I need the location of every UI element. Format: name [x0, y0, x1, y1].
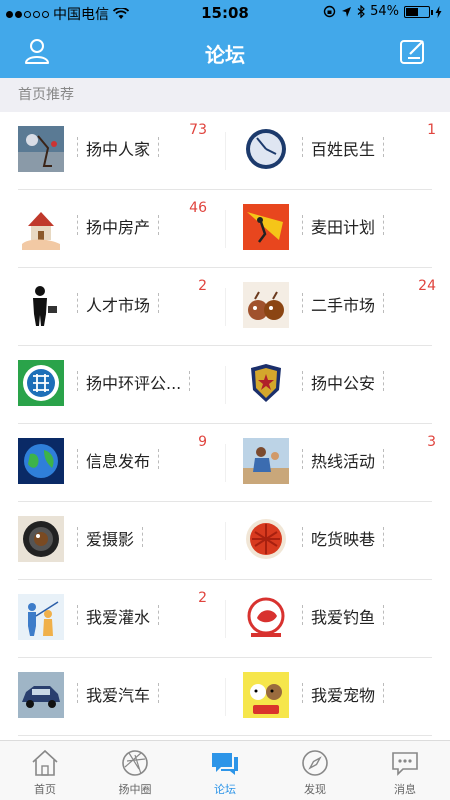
compose-icon[interactable]	[398, 36, 428, 66]
forum-thumb-icon	[18, 126, 64, 172]
forum-item-talent-market[interactable]: 人才市场 2	[0, 268, 225, 346]
forum-label: 我爱汽车	[76, 682, 160, 706]
location-icon	[342, 6, 352, 17]
forum-row: 扬中人家 73 百姓民生 1	[0, 112, 450, 190]
forum-thumb-icon	[18, 594, 64, 640]
forum-label: 扬中公安	[301, 370, 385, 394]
forum-item-second-hand[interactable]: 二手市场 24	[225, 268, 450, 346]
forum-label: 百姓民生	[301, 136, 385, 160]
tab-label: 消息	[394, 783, 416, 796]
tab-home[interactable]: 首页	[0, 741, 90, 800]
forum-item-livelihood[interactable]: 百姓民生 1	[225, 112, 450, 190]
home-icon	[32, 749, 58, 776]
message-icon	[392, 752, 418, 776]
status-bar: 中国电信 15:08 54%	[0, 0, 450, 26]
forum-row: 扬中房产 46 麦田计划	[0, 190, 450, 268]
forum-thumb-icon	[243, 672, 289, 718]
forum-item-hotline[interactable]: 热线活动 3	[225, 424, 450, 502]
forum-label: 扬中人家	[76, 136, 160, 160]
forum-label: 扬中环评公...	[76, 370, 191, 394]
forum-thumb-icon	[243, 438, 289, 484]
nav-bar: 论坛	[0, 26, 450, 78]
forum-item-pets[interactable]: 我爱宠物	[225, 658, 450, 736]
battery-percent: 54%	[370, 4, 399, 19]
tab-discover[interactable]: 发现	[270, 741, 360, 800]
forum-count-badge: 2	[198, 278, 207, 294]
forum-item-fishing[interactable]: 我爱钓鱼	[225, 580, 450, 658]
status-right: 54%	[323, 4, 442, 19]
charging-icon	[435, 5, 442, 18]
forum-count-badge: 73	[189, 122, 207, 138]
tab-bar: 首页 扬中圈 论坛 发现 消息	[0, 740, 450, 800]
forum-thumb-icon	[243, 360, 289, 406]
forum-row: 我爱汽车 我爱宠物	[0, 658, 450, 736]
forum-label: 麦田计划	[301, 214, 385, 238]
tab-forum[interactable]: 论坛	[180, 741, 270, 800]
forum-thumb-icon	[18, 438, 64, 484]
tab-label: 首页	[34, 783, 56, 796]
forum-item-yangzhong-family[interactable]: 扬中人家 73	[0, 112, 225, 190]
section-header: 首页推荐	[0, 78, 450, 112]
forum-label: 爱摄影	[76, 526, 144, 550]
forum-row: 人才市场 2 二手市场 24	[0, 268, 450, 346]
forum-label: 扬中房产	[76, 214, 160, 238]
forum-label: 吃货映巷	[301, 526, 385, 550]
forum-count-badge: 24	[418, 278, 436, 294]
forum-label: 信息发布	[76, 448, 160, 472]
forum-count-badge: 46	[189, 200, 207, 216]
forum-item-police[interactable]: 扬中公安	[225, 346, 450, 424]
forum-row: 我爱灌水 2 我爱钓鱼	[0, 580, 450, 658]
tab-label: 发现	[304, 783, 326, 796]
forum-thumb-icon	[243, 204, 289, 250]
forum-count-badge: 2	[198, 590, 207, 606]
forum-row: 爱摄影 吃货映巷	[0, 502, 450, 580]
tab-messages[interactable]: 消息	[360, 741, 450, 800]
forum-item-real-estate[interactable]: 扬中房产 46	[0, 190, 225, 268]
forum-label: 人才市场	[76, 292, 160, 316]
forum-row: 扬中环评公... 扬中公安	[0, 346, 450, 424]
forum-grid: 扬中人家 73 百姓民生 1 扬中房产 46 麦田计划 人才市场 2 二手市场 …	[0, 112, 450, 736]
forum-label: 我爱钓鱼	[301, 604, 385, 628]
tab-label: 扬中圈	[118, 783, 152, 796]
tab-circle[interactable]: 扬中圈	[90, 741, 180, 800]
forum-item-photography[interactable]: 爱摄影	[0, 502, 225, 580]
forum-count-badge: 3	[427, 434, 436, 450]
chat-bubble-icon	[212, 753, 238, 775]
forum-thumb-icon	[18, 204, 64, 250]
forum-label: 热线活动	[301, 448, 385, 472]
forum-thumb-icon	[18, 282, 64, 328]
forum-thumb-icon	[18, 672, 64, 718]
page-title: 论坛	[205, 43, 245, 67]
forum-item-environment[interactable]: 扬中环评公...	[0, 346, 225, 424]
tab-label: 论坛	[214, 783, 236, 796]
forum-thumb-icon	[243, 594, 289, 640]
forum-count-badge: 9	[198, 434, 207, 450]
forum-row: 信息发布 9 热线活动 3	[0, 424, 450, 502]
forum-thumb-icon	[243, 126, 289, 172]
forum-item-cars[interactable]: 我爱汽车	[0, 658, 225, 736]
forum-item-chat[interactable]: 我爱灌水 2	[0, 580, 225, 658]
forum-thumb-icon	[243, 516, 289, 562]
forum-count-badge: 1	[427, 122, 436, 138]
forum-label: 我爱灌水	[76, 604, 160, 628]
bluetooth-icon	[357, 5, 365, 18]
orientation-lock-icon	[323, 5, 336, 18]
battery-icon	[404, 5, 433, 18]
compass-icon	[302, 750, 328, 776]
forum-item-foodie[interactable]: 吃货映巷	[225, 502, 450, 580]
forum-item-wheatfield[interactable]: 麦田计划	[225, 190, 450, 268]
aperture-icon	[122, 750, 148, 776]
forum-thumb-icon	[18, 360, 64, 406]
forum-label: 二手市场	[301, 292, 385, 316]
forum-thumb-icon	[18, 516, 64, 562]
forum-item-info-release[interactable]: 信息发布 9	[0, 424, 225, 502]
forum-label: 我爱宠物	[301, 682, 385, 706]
forum-thumb-icon	[243, 282, 289, 328]
